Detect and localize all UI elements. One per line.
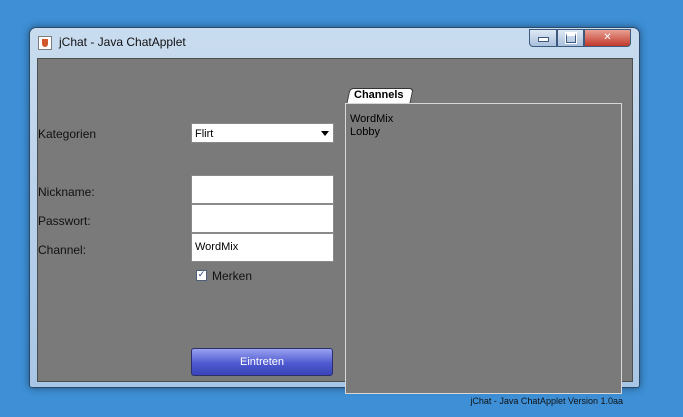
version-text: jChat - Java ChatApplet Version 1.0aa bbox=[470, 396, 623, 406]
channels-panel: WordMix Lobby bbox=[345, 103, 622, 394]
kategorien-select[interactable]: Flirt bbox=[191, 123, 334, 143]
nickname-input[interactable] bbox=[191, 175, 334, 204]
minimize-icon bbox=[537, 37, 549, 42]
dropdown-arrow-icon[interactable] bbox=[321, 131, 329, 136]
close-button[interactable]: ✕ bbox=[584, 29, 631, 47]
kategorien-selected-value: Flirt bbox=[195, 128, 214, 140]
channel-label: Channel: bbox=[38, 243, 87, 257]
channel-input[interactable]: WordMix bbox=[191, 233, 334, 262]
passwort-label: Passwort: bbox=[38, 214, 91, 228]
tab-channels-label[interactable]: Channels bbox=[354, 89, 404, 101]
eintreten-button[interactable]: Eintreten bbox=[191, 348, 333, 376]
java-app-icon[interactable] bbox=[38, 36, 52, 50]
merken-label[interactable]: Merken bbox=[212, 269, 252, 283]
maximize-button[interactable] bbox=[557, 29, 584, 47]
app-window: jChat - Java ChatApplet ✕ Kategorien Fli… bbox=[29, 27, 640, 406]
title-bar[interactable]: jChat - Java ChatApplet ✕ bbox=[30, 28, 639, 57]
close-icon: ✕ bbox=[603, 32, 612, 43]
window-title: jChat - Java ChatApplet bbox=[59, 35, 186, 49]
merken-checkbox[interactable]: ✓ bbox=[196, 270, 207, 281]
list-item[interactable]: Lobby bbox=[346, 126, 393, 139]
applet-content: Kategorien Flirt Nickname: Passwort: Cha… bbox=[37, 58, 633, 406]
maximize-icon bbox=[564, 32, 577, 44]
minimize-button[interactable] bbox=[529, 29, 557, 47]
channel-list: WordMix Lobby bbox=[346, 113, 393, 139]
list-item[interactable]: WordMix bbox=[346, 113, 393, 126]
kategorien-label: Kategorien bbox=[38, 127, 97, 141]
passwort-input[interactable] bbox=[191, 204, 334, 233]
nickname-label: Nickname: bbox=[38, 185, 95, 199]
